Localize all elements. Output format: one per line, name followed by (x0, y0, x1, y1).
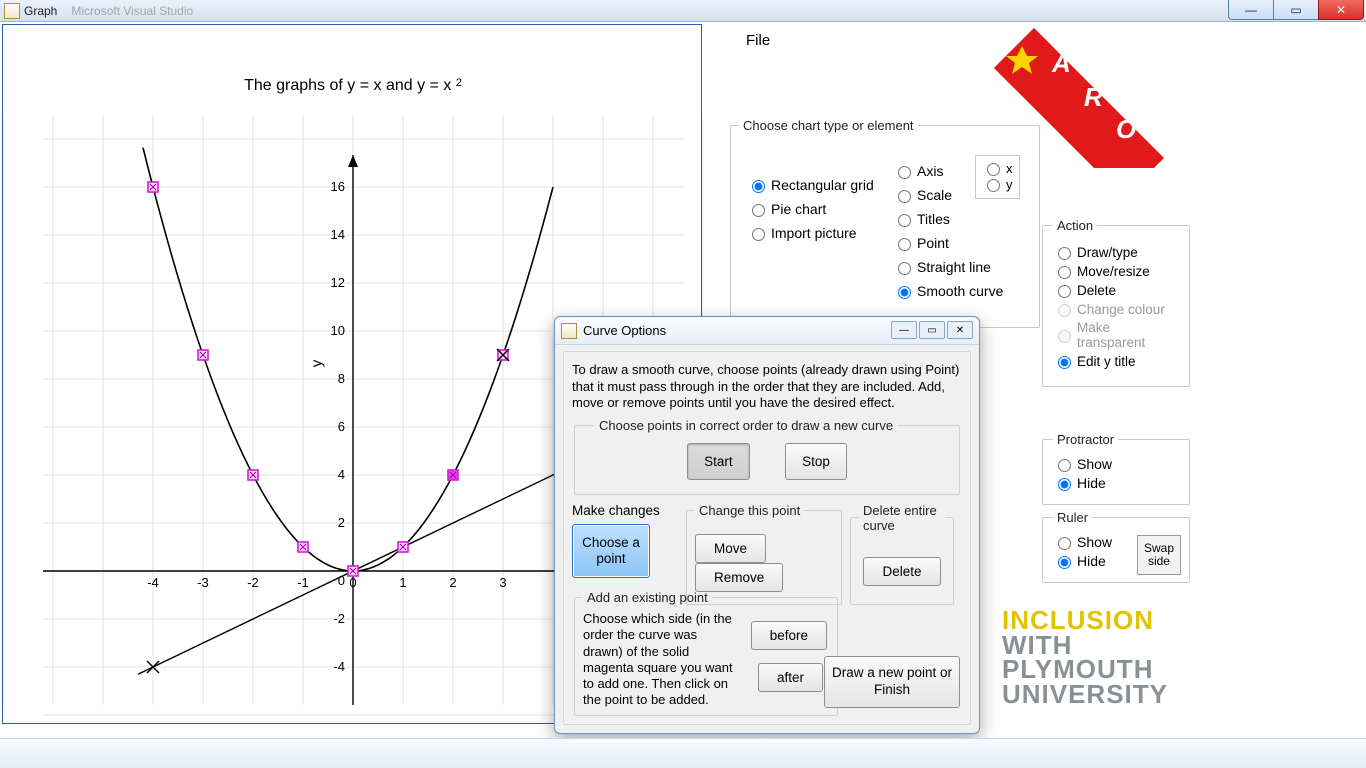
radio-move-resize[interactable]: Move/resize (1053, 263, 1179, 279)
svg-text:-4: -4 (147, 575, 159, 590)
curve-options-dialog: Curve Options — ▭ ✕ To draw a smooth cur… (554, 316, 980, 734)
delete-curve-fieldset: Delete entire curve Delete (850, 503, 954, 605)
svg-text:8: 8 (338, 371, 345, 386)
choose-chart-legend: Choose chart type or element (739, 118, 918, 133)
svg-text:6: 6 (338, 419, 345, 434)
svg-text:-4: -4 (333, 659, 345, 674)
dialog-close-button[interactable]: ✕ (947, 321, 973, 339)
radio-rectangular-grid[interactable]: Rectangular grid (747, 177, 874, 193)
radio-draw-type[interactable]: Draw/type (1053, 244, 1179, 260)
radio-point[interactable]: Point (893, 235, 1003, 251)
add-existing-point-fieldset: Add an existing point Choose which side … (574, 590, 838, 716)
dialog-intro: To draw a smooth curve, choose points (a… (572, 362, 962, 412)
svg-text:16: 16 (331, 179, 345, 194)
radio-import-picture[interactable]: Import picture (747, 225, 874, 241)
radio-change-colour: Change colour (1053, 301, 1179, 317)
radio-smooth-curve[interactable]: Smooth curve (893, 283, 1003, 299)
window-titlebar: Graph Microsoft Visual Studio — ▭ ✕ (0, 0, 1366, 22)
action-legend: Action (1053, 218, 1097, 233)
taskbar (0, 738, 1366, 768)
window-title: Graph (24, 4, 57, 18)
ruler-legend: Ruler (1053, 510, 1092, 525)
dialog-icon (561, 323, 577, 339)
radio-x-axis[interactable]: x (982, 160, 1013, 176)
y-axis-label: y (308, 360, 325, 368)
svg-text:-2: -2 (247, 575, 259, 590)
svg-text:-3: -3 (197, 575, 209, 590)
choose-a-point-button[interactable]: Choose apoint (572, 524, 650, 578)
start-button[interactable]: Start (687, 443, 750, 480)
svg-text:1: 1 (399, 575, 406, 590)
radio-pie-chart[interactable]: Pie chart (747, 201, 874, 217)
add-point-text: Choose which side (in the order the curv… (583, 611, 733, 709)
radio-edit-y-title[interactable]: Edit y title (1053, 353, 1179, 369)
close-button[interactable]: ✕ (1318, 0, 1364, 20)
move-button[interactable]: Move (695, 534, 766, 563)
remove-button[interactable]: Remove (695, 563, 783, 592)
dialog-minimize-button[interactable]: — (891, 321, 917, 339)
delete-curve-legend: Delete entire curve (859, 503, 945, 533)
change-this-point-legend: Change this point (695, 503, 804, 518)
protractor-fieldset: Protractor Show Hide (1042, 432, 1190, 505)
delete-button[interactable]: Delete (863, 557, 940, 586)
choose-points-fieldset: Choose points in correct order to draw a… (574, 418, 960, 495)
svg-text:3: 3 (499, 575, 506, 590)
make-changes-label: Make changes (572, 503, 682, 518)
dialog-title: Curve Options (583, 323, 666, 338)
protractor-legend: Protractor (1053, 432, 1118, 447)
menu-file[interactable]: File (738, 30, 778, 51)
after-button[interactable]: after (758, 663, 823, 692)
choose-points-legend: Choose points in correct order to draw a… (595, 418, 897, 433)
stop-button[interactable]: Stop (785, 443, 847, 480)
radio-y-axis[interactable]: y (982, 176, 1013, 192)
action-fieldset: Action Draw/type Move/resize Delete Chan… (1042, 218, 1190, 387)
svg-text:0: 0 (349, 575, 356, 590)
plymouth-logo: INCLUSION WITH PLYMOUTH UNIVERSITY (1002, 608, 1168, 707)
svg-text:2: 2 (338, 515, 345, 530)
radio-titles[interactable]: Titles (893, 211, 1003, 227)
draw-new-point-button[interactable]: Draw a new point orFinish (824, 656, 960, 708)
window-subtitle: Microsoft Visual Studio (71, 4, 193, 18)
radio-protractor-show[interactable]: Show (1053, 456, 1179, 472)
add-existing-point-legend: Add an existing point (583, 590, 712, 605)
radio-protractor-hide[interactable]: Hide (1053, 475, 1179, 491)
dialog-maximize-button[interactable]: ▭ (919, 321, 945, 339)
radio-straight-line[interactable]: Straight line (893, 259, 1003, 275)
svg-text:-2: -2 (333, 611, 345, 626)
radio-make-transparent: Make transparent (1053, 320, 1179, 350)
svg-text:2: 2 (449, 575, 456, 590)
svg-text:10: 10 (331, 323, 345, 338)
maximize-button[interactable]: ▭ (1273, 0, 1319, 20)
minimize-button[interactable]: — (1228, 0, 1274, 20)
before-button[interactable]: before (751, 621, 827, 650)
ruler-fieldset: Ruler Show Hide Swapside Swap side (1042, 510, 1190, 583)
dialog-titlebar[interactable]: Curve Options — ▭ ✕ (555, 317, 979, 345)
app-icon (4, 3, 20, 19)
svg-text:4: 4 (338, 467, 345, 482)
radio-delete[interactable]: Delete (1053, 282, 1179, 298)
svg-text:-1: -1 (297, 575, 309, 590)
svg-text:14: 14 (331, 227, 345, 242)
choose-chart-fieldset: Choose chart type or element Rectangular… (730, 118, 1040, 328)
swap-side-button[interactable]: Swapside (1137, 535, 1181, 575)
svg-text:12: 12 (331, 275, 345, 290)
